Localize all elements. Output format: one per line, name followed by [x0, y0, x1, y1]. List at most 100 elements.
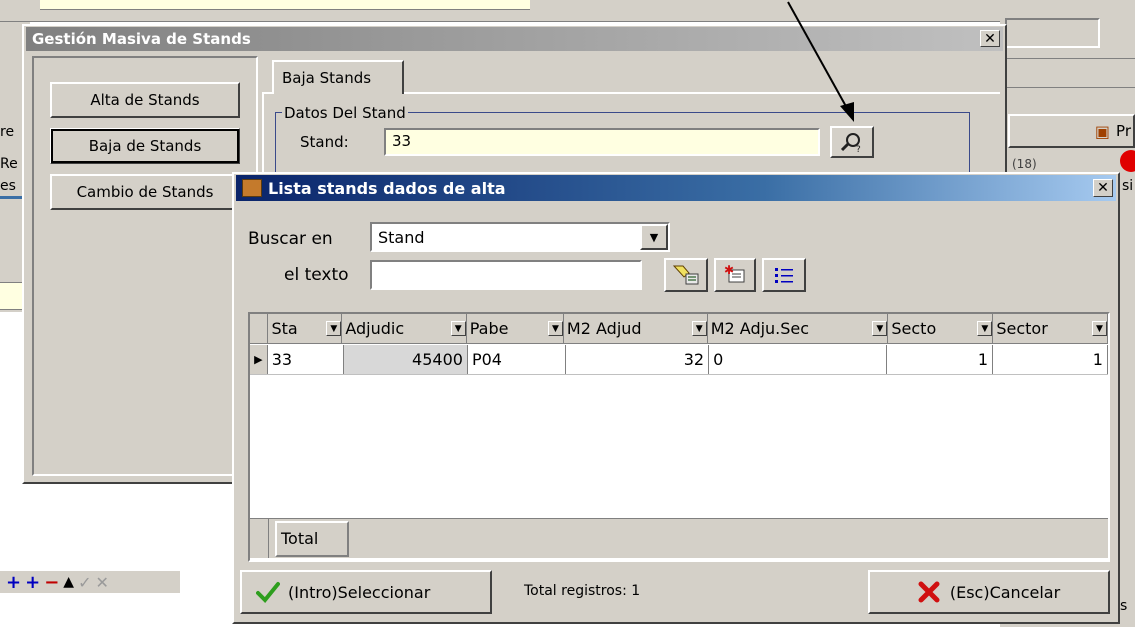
move-up-icon[interactable]: ▲	[63, 574, 74, 590]
flashlight-filter-icon	[672, 265, 699, 285]
dialog-close-button[interactable]: ✕	[1093, 179, 1113, 197]
el-texto-label: el texto	[284, 265, 349, 285]
chevron-down-icon[interactable]: ▼	[326, 321, 342, 336]
gift-icon: ▣	[1094, 121, 1111, 141]
row-indicator-header	[250, 314, 269, 344]
flashlight-filter-button[interactable]	[664, 258, 708, 292]
cell-pabe[interactable]: P04	[468, 345, 567, 374]
column-pabe-label: Pabe	[469, 319, 509, 338]
cell-sta[interactable]: 33	[268, 345, 344, 374]
cancelar-label: (Esc)Cancelar	[949, 582, 1061, 602]
row-indicator-icon: ▶	[250, 345, 268, 374]
annotation-arrow-icon	[787, 1, 854, 122]
dialog-title: Lista stands dados de alta	[268, 178, 506, 198]
column-adjudic-label: Adjudic	[345, 319, 405, 338]
tab-baja-stands-label: Baja Stands	[282, 69, 372, 87]
stand-search-button[interactable]: ?	[830, 126, 874, 158]
close-icon: ✕	[984, 30, 996, 47]
outer-close-button[interactable]: ✕	[980, 30, 1000, 47]
alta-stands-label: Alta de Stands	[90, 91, 200, 109]
background-yellow-field	[40, 0, 530, 10]
chevron-down-icon[interactable]: ▼	[1091, 321, 1107, 336]
red-indicator-icon	[1120, 150, 1135, 172]
record-toolbar: + + − ▲ ✓ ✕	[0, 571, 180, 593]
chevron-down-icon[interactable]: ▼	[547, 321, 563, 336]
footer-total-cell: Total	[275, 520, 349, 557]
cell-adjudic[interactable]: 45400	[343, 345, 468, 374]
svg-text:?: ?	[856, 145, 861, 153]
column-secto-label: Secto	[891, 319, 937, 338]
background-frag-re2: Re	[0, 156, 18, 172]
discard-icon[interactable]: ✕	[95, 573, 108, 592]
chevron-down-icon[interactable]: ▼	[872, 321, 888, 336]
confirm-icon[interactable]: ✓	[78, 573, 91, 592]
baja-stands-label: Baja de Stands	[88, 137, 202, 155]
checkmark-icon	[256, 582, 280, 603]
dialog-titlebar: Lista stands dados de alta	[236, 175, 1116, 201]
tab-baja-stands[interactable]: Baja Stands	[272, 60, 404, 94]
footer-total-label: Total	[281, 529, 319, 548]
background-frag-s: s	[1120, 598, 1128, 614]
cambio-stands-button[interactable]: Cambio de Stands	[50, 174, 240, 210]
cell-m2-adjud[interactable]: 32	[566, 345, 710, 374]
cell-m2-adju-sec[interactable]: 0	[709, 345, 888, 374]
column-header-pabe[interactable]: Pabe ▼	[466, 314, 564, 344]
background-right-bar	[1000, 58, 1135, 88]
background-frag-si: si	[1122, 178, 1134, 194]
grid-header-row: Sta ▼ Adjudic ▼ Pabe ▼ M2 Adjud ▼ M2 Adju.Se…	[250, 314, 1108, 344]
background-button-pr[interactable]: ▣ Pr	[1008, 114, 1135, 148]
column-header-secto[interactable]: Secto ▼	[888, 314, 994, 344]
seleccionar-label: (Intro)Seleccionar	[288, 582, 431, 602]
el-texto-input[interactable]	[370, 260, 642, 290]
search-icon: ?	[840, 133, 861, 153]
chevron-down-icon[interactable]: ▼	[691, 321, 707, 336]
background-frag-es: es	[0, 178, 16, 194]
buscar-en-select[interactable]: Stand ▼	[370, 222, 670, 252]
add-icon[interactable]: +	[6, 572, 21, 593]
chevron-down-icon[interactable]: ▼	[450, 321, 466, 336]
cancelar-button[interactable]: (Esc)Cancelar	[868, 570, 1110, 614]
chevron-down-icon[interactable]: ▼	[977, 321, 993, 336]
add-child-icon[interactable]: +	[25, 572, 40, 593]
column-sta-label: Sta	[271, 319, 298, 338]
column-header-sector[interactable]: Sector ▼	[993, 314, 1108, 344]
column-sector-label: Sector	[996, 319, 1048, 338]
clear-filter-icon: ✱	[724, 264, 745, 283]
column-m2-adjud-label: M2 Adjud	[566, 319, 642, 338]
list-icon	[775, 268, 793, 283]
clear-filter-button[interactable]: ✱	[714, 258, 756, 292]
svg-text:✱: ✱	[724, 264, 734, 277]
seleccionar-button[interactable]: (Intro)Seleccionar	[240, 570, 492, 614]
list-view-button[interactable]	[762, 258, 806, 292]
chevron-down-icon[interactable]: ▼	[640, 224, 668, 250]
stand-input[interactable]: 33	[384, 128, 820, 156]
outer-left-frame	[32, 56, 258, 476]
column-header-sta[interactable]: Sta ▼	[268, 314, 343, 344]
table-row[interactable]: ▶ 33 45400 P04 32 0 1 1	[250, 345, 1108, 375]
buscar-en-label: Buscar en	[248, 229, 333, 249]
dialog-app-icon	[242, 179, 262, 197]
stand-label: Stand:	[300, 133, 349, 151]
close-icon: ✕	[1097, 180, 1109, 196]
column-header-adjudic[interactable]: Adjudic ▼	[342, 314, 467, 344]
background-right-field	[1005, 18, 1100, 48]
cell-secto[interactable]: 1	[887, 345, 993, 374]
cancel-x-icon	[918, 581, 940, 603]
footer-indicator	[250, 519, 269, 558]
cambio-stands-label: Cambio de Stands	[76, 183, 214, 201]
background-frag-re: re	[0, 124, 15, 140]
cell-sector[interactable]: 1	[993, 345, 1108, 374]
column-header-m2-adjud[interactable]: M2 Adjud ▼	[563, 314, 708, 344]
total-registros-label: Total registros: 1	[524, 583, 641, 599]
outer-window-title: Gestión Masiva de Stands	[32, 30, 251, 48]
grid-footer-row: Total	[250, 518, 1108, 558]
column-m2-adju-sec-label: M2 Adju.Sec	[710, 319, 810, 338]
alta-stands-button[interactable]: Alta de Stands	[50, 82, 240, 118]
column-header-m2-adju-sec[interactable]: M2 Adju.Sec ▼	[707, 314, 889, 344]
background-frag-18: (18)	[1012, 157, 1037, 171]
datos-stand-legend: Datos Del Stand	[282, 104, 408, 122]
buscar-en-value: Stand	[378, 227, 425, 247]
remove-icon[interactable]: −	[44, 572, 59, 593]
baja-stands-button[interactable]: Baja de Stands	[50, 128, 240, 164]
background-pr-label: Pr	[1116, 122, 1131, 140]
